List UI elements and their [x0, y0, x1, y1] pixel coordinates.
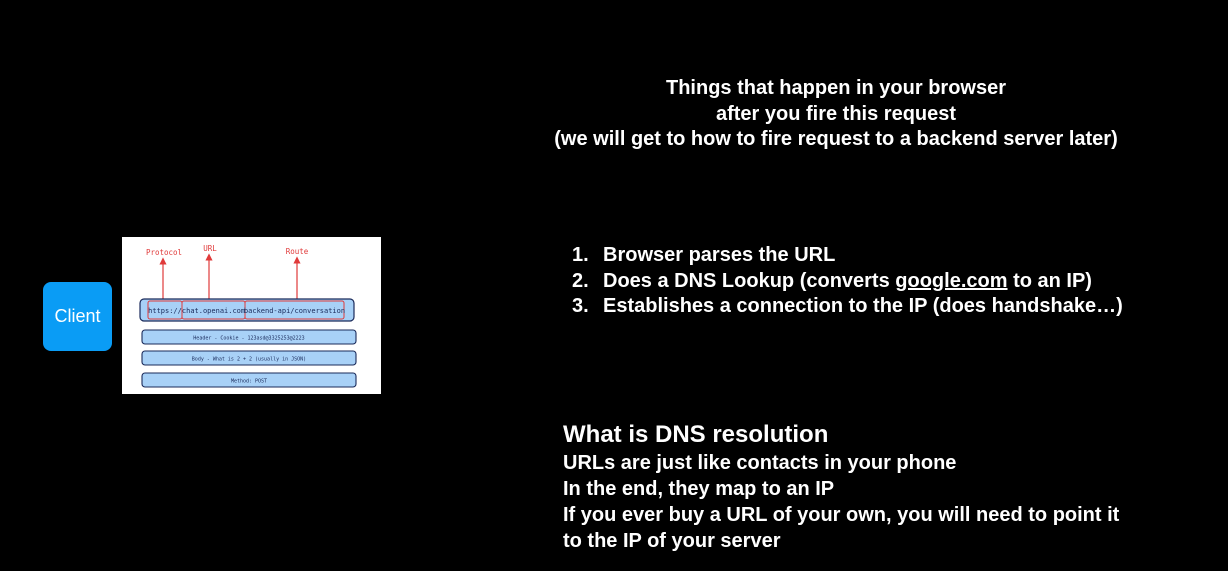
step-text-after: to an IP) — [1007, 269, 1092, 292]
dns-title: What is DNS resolution — [563, 421, 829, 448]
step-number: 1. — [572, 244, 589, 266]
heading-line-1: Things that happen in your browser — [665, 77, 1007, 99]
dns-line: to the IP of your server — [563, 530, 781, 552]
body-row-text: Body - What is 2 + 2 (usually in JSON) — [192, 357, 306, 363]
step-number: 3. — [572, 295, 589, 317]
heading-line-2: after you fire this request — [715, 102, 957, 125]
url-protocol-text: https:// — [148, 307, 182, 315]
step-item: 3. Establishes a connection to the IP (do… — [572, 294, 1123, 320]
client-label: Client — [54, 306, 101, 326]
step-number: 2. — [572, 269, 589, 292]
dns-line: URLs are just like contacts in your phon… — [563, 452, 957, 474]
dns-line: In the end, they map to an IP — [563, 478, 835, 500]
route-label: Route — [286, 247, 309, 256]
method-row-text: Method: POST — [231, 379, 267, 385]
request-diagram-svg: Protocol URL Route https:// chat.openai.… — [139, 244, 357, 388]
protocol-label: Protocol — [146, 248, 182, 257]
url-host-text: chat.openai.com — [182, 307, 245, 315]
google-link[interactable]: google.com — [895, 270, 1007, 292]
step-text-before: Does a DNS Lookup (converts — [603, 269, 896, 292]
dns-section: What is DNS resolution URLs are just lik… — [563, 420, 1119, 554]
client-box: Client — [43, 282, 112, 351]
steps-list: 1. Browser parses the URL 2. Does a DNS Lo… — [572, 243, 1123, 320]
header-row-text: Header - Cookie - 123asd@3325253@2223 — [193, 336, 304, 342]
request-diagram: Protocol URL Route https:// chat.openai.… — [122, 237, 381, 394]
slide-heading: Things that happen in your browser after… — [520, 76, 1152, 153]
step-text: Browser parses the URL — [603, 244, 836, 266]
url-path-text: backend-api/conversation — [244, 307, 345, 315]
url-label: URL — [203, 244, 217, 253]
dns-line: If you ever buy a URL of your own, you w… — [563, 504, 1120, 526]
step-text: Establishes a connection to the IP (does… — [603, 295, 1123, 317]
step-item: 2. Does a DNS Lookup (converts google.com… — [572, 269, 1123, 295]
step-item: 1. Browser parses the URL — [572, 243, 1123, 269]
heading-line-3: (we will get to how to fire request to a… — [554, 128, 1118, 150]
